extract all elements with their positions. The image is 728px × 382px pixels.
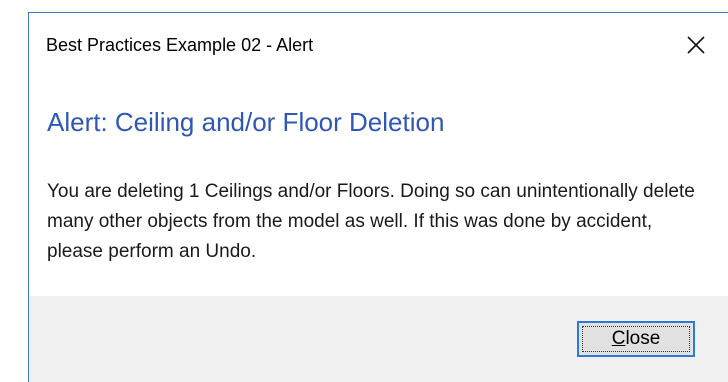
alert-dialog: Best Practices Example 02 - Alert Alert:…	[28, 12, 728, 382]
close-button-mnemonic: C	[611, 328, 626, 349]
dialog-footer: Close	[29, 296, 728, 382]
title-bar[interactable]: Best Practices Example 02 - Alert	[29, 13, 728, 79]
dialog-title: Best Practices Example 02 - Alert	[46, 35, 314, 55]
close-button-label: Close	[612, 328, 661, 350]
close-button-label-rest: lose	[625, 328, 661, 349]
background-left	[0, 0, 28, 382]
close-button[interactable]: Close	[577, 321, 695, 357]
alert-message: You are deleting 1 Ceilings and/or Floor…	[47, 181, 695, 262]
close-icon[interactable]	[680, 29, 712, 61]
alert-heading: Alert: Ceiling and/or Floor Deletion	[47, 107, 445, 137]
